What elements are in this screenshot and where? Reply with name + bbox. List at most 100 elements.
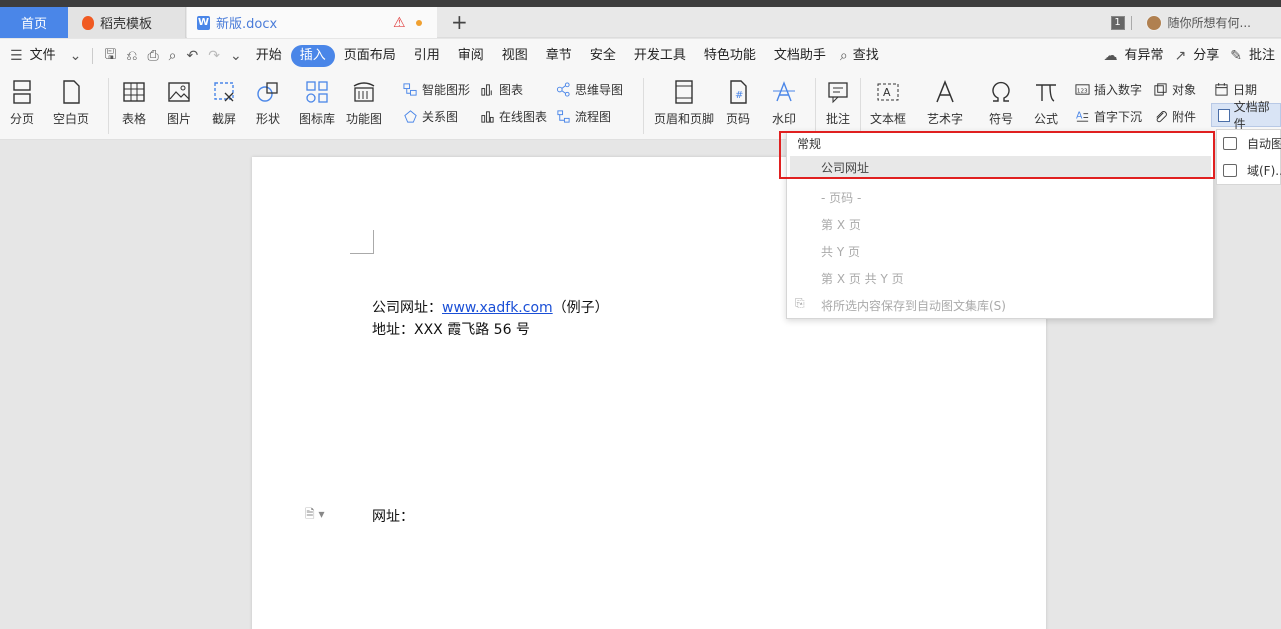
comment-icon[interactable]: ✎ xyxy=(1225,48,1247,64)
symbol-button[interactable]: 符号 xyxy=(987,72,1015,127)
online-chart-label: 在线图表 xyxy=(499,110,548,124)
object-button[interactable]: 对象 xyxy=(1153,81,1196,98)
date-button[interactable]: 日期 xyxy=(1214,81,1257,98)
print-icon[interactable]: ⎙ xyxy=(142,48,163,64)
save-to-autotext-gallery[interactable]: 将所选内容保存到自动图文集库(S) xyxy=(821,297,1006,314)
tab-template[interactable]: 稻壳模板 xyxy=(68,7,186,38)
search-icon[interactable]: ⌕ xyxy=(835,48,853,64)
menu-developer[interactable]: 开发工具 xyxy=(625,45,695,67)
comment-button[interactable]: 批注 xyxy=(824,72,852,127)
picture-button[interactable]: 图片 xyxy=(165,72,193,127)
table-button[interactable]: 表格 xyxy=(120,72,148,127)
page-break-button[interactable]: 分页 xyxy=(8,72,36,127)
mind-map-button[interactable]: 思维导图 xyxy=(556,81,623,98)
comment-menu[interactable]: 批注 xyxy=(1249,45,1275,67)
autotext-page-x-of-y[interactable]: 第 X 页 共 Y 页 xyxy=(821,270,904,287)
tab-home[interactable]: 首页 xyxy=(0,7,68,38)
pi-formula-icon xyxy=(1032,78,1060,106)
textbox-button[interactable]: A 文本框 xyxy=(870,72,906,127)
blank-page-label: 空白页 xyxy=(53,112,90,126)
undo-icon[interactable]: ↶ xyxy=(182,48,204,64)
comment-label: 批注 xyxy=(825,112,850,126)
global-search-placeholder[interactable]: 随你所想有何... xyxy=(1168,14,1251,31)
company-url-line[interactable]: 公司网址：www.xadfk.com（例子） xyxy=(372,297,609,317)
autotext-icon xyxy=(1223,137,1237,150)
wordart-button[interactable]: 艺术字 xyxy=(927,72,963,127)
textbox-label: 文本框 xyxy=(870,112,907,126)
file-menu[interactable]: 文件 xyxy=(28,45,65,67)
header-footer-icon xyxy=(670,78,698,106)
warning-icon[interactable]: ⚠ xyxy=(393,15,406,31)
wordart-icon xyxy=(931,78,959,106)
menu-references[interactable]: 引用 xyxy=(405,45,449,67)
tab-bar-right: 1 随你所想有何... xyxy=(1110,7,1281,38)
address-line[interactable]: 地址：XXX 霞飞路 56 号 xyxy=(372,319,530,339)
attachment-label: 附件 xyxy=(1172,110,1197,124)
menu-insert[interactable]: 插入 xyxy=(290,44,335,67)
redo-icon[interactable]: ↷ xyxy=(203,48,225,64)
new-tab-plus-icon[interactable]: + xyxy=(451,10,468,34)
share-icon[interactable]: ↗ xyxy=(1170,48,1192,64)
header-footer-button[interactable]: 页眉和页脚 xyxy=(654,72,714,127)
company-url-link[interactable]: www.xadfk.com xyxy=(442,300,553,316)
insert-number-button[interactable]: 123 插入数字 xyxy=(1075,81,1142,98)
page-break-label: 分页 xyxy=(9,112,34,126)
format-painter-icon[interactable]: ⎌ xyxy=(121,48,142,64)
autotext-total-y[interactable]: 共 Y 页 xyxy=(821,243,860,260)
tab-document-label: 新版.docx xyxy=(216,17,278,32)
flowchart-button[interactable]: 流程图 xyxy=(556,108,611,125)
autotext-page-x[interactable]: 第 X 页 xyxy=(821,216,861,233)
blank-page-button[interactable]: 空白页 xyxy=(53,72,89,127)
date-label: 日期 xyxy=(1233,83,1258,97)
menu-view[interactable]: 视图 xyxy=(493,45,537,67)
svg-text:123: 123 xyxy=(1077,88,1088,94)
print-preview-icon[interactable]: ⌕ xyxy=(164,48,182,64)
page-number-button[interactable]: # 页码 xyxy=(724,72,752,127)
attachment-button[interactable]: 附件 xyxy=(1153,108,1196,125)
menu-doc-assistant[interactable]: 文档助手 xyxy=(765,45,835,67)
menu-section[interactable]: 章节 xyxy=(537,45,581,67)
icon-library-button[interactable]: 图标库 xyxy=(299,72,335,127)
cloud-sync-icon[interactable]: ☁ xyxy=(1098,48,1122,64)
menu-start[interactable]: 开始 xyxy=(247,45,291,67)
chevron-down-icon[interactable]: ⌄ xyxy=(65,48,87,64)
menu-page-layout[interactable]: 页面布局 xyxy=(335,45,405,67)
autotext-page-number[interactable]: - 页码 - xyxy=(821,189,861,206)
menu-review[interactable]: 审阅 xyxy=(449,45,493,67)
smart-shape-button[interactable]: 智能图形 xyxy=(403,81,470,98)
autotext-submenu-item[interactable]: 自动图 xyxy=(1223,135,1281,152)
online-chart-button[interactable]: 在线图表 xyxy=(480,108,547,125)
url-line[interactable]: 网址： xyxy=(372,506,414,526)
screenshot-button[interactable]: 截屏 xyxy=(210,72,238,127)
relation-chart-button[interactable]: 关系图 xyxy=(403,108,458,125)
menu-bar-right: ☁ 有异常 ↗ 分享 ✎ 批注 xyxy=(1098,39,1281,72)
object-icon xyxy=(1154,83,1167,96)
menu-security[interactable]: 安全 xyxy=(581,45,625,67)
drop-cap-label: 首字下沉 xyxy=(1094,110,1143,124)
paragraph-layout-icon[interactable]: 🗎 ▾ xyxy=(305,505,325,526)
shape-button[interactable]: 形状 xyxy=(254,72,282,127)
formula-button[interactable]: 公式 xyxy=(1032,72,1060,127)
save-icon[interactable]: 🖫 xyxy=(99,44,121,68)
chart-button[interactable]: 图表 xyxy=(480,81,523,98)
window-count-badge[interactable]: 1 xyxy=(1110,15,1125,30)
search-button[interactable]: 查找 xyxy=(853,45,888,67)
field-submenu-item[interactable]: 域(F)... xyxy=(1223,162,1281,179)
function-chart-icon xyxy=(350,78,378,106)
tab-bar: 首页 稻壳模板 W 新版.docx ⚠ + 1 随你所想有何... xyxy=(0,7,1281,38)
customize-toolbar-icon[interactable]: ⌄ xyxy=(225,48,247,64)
avatar[interactable] xyxy=(1145,14,1162,31)
menu-features[interactable]: 特色功能 xyxy=(695,45,765,67)
hamburger-menu-icon[interactable]: ☰ xyxy=(0,48,28,64)
flowchart-label: 流程图 xyxy=(575,110,612,124)
function-chart-button[interactable]: 功能图 xyxy=(346,72,382,127)
watermark-icon xyxy=(770,78,798,106)
formula-label: 公式 xyxy=(1033,112,1058,126)
doc-parts-button[interactable]: 文档部件 xyxy=(1211,100,1281,131)
watermark-button[interactable]: 水印 xyxy=(770,72,798,127)
smart-shape-icon xyxy=(403,83,417,96)
sync-status[interactable]: 有异常 xyxy=(1124,45,1167,67)
drop-cap-button[interactable]: A 首字下沉 xyxy=(1075,108,1142,125)
shape-icon xyxy=(254,78,282,106)
share-button[interactable]: 分享 xyxy=(1193,45,1223,67)
